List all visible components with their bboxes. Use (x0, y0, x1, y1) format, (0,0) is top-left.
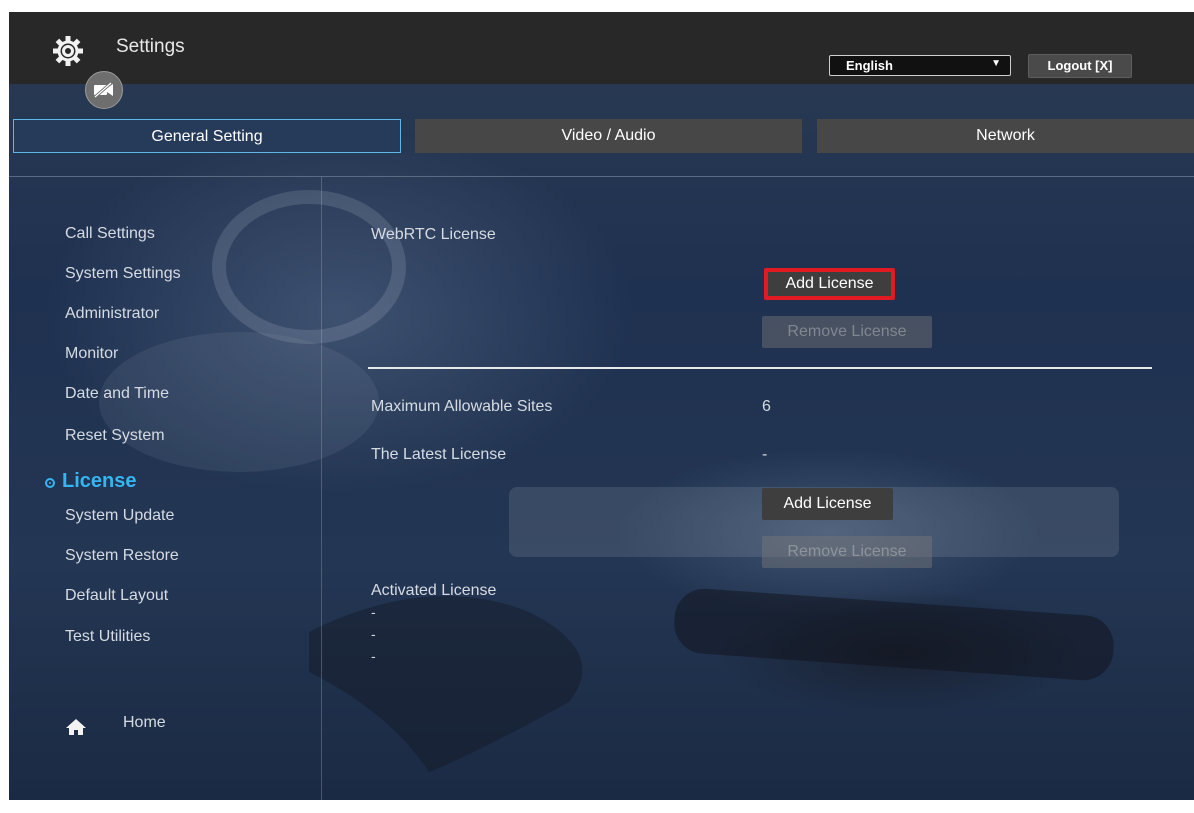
sidebar-item-system-update[interactable]: System Update (65, 507, 174, 525)
camera-off-icon[interactable] (85, 71, 123, 109)
gear-icon (53, 36, 83, 66)
home-icon (66, 719, 86, 735)
sidebar-item-call-settings[interactable]: Call Settings (65, 225, 155, 243)
sidebar-item-reset-system[interactable]: Reset System (65, 427, 165, 445)
sidebar-item-test-utilities[interactable]: Test Utilities (65, 628, 150, 646)
section-divider (368, 367, 1152, 369)
sidebar-item-date-and-time[interactable]: Date and Time (65, 385, 169, 403)
activated-license-label: Activated License (371, 582, 497, 599)
tabs-divider (9, 176, 1194, 177)
logout-button[interactable]: Logout [X] (1028, 54, 1132, 78)
latest-license-value: - (762, 446, 768, 463)
sidebar-divider (321, 177, 322, 800)
sidebar-item-license-label: License (62, 470, 137, 492)
max-sites-label: Maximum Allowable Sites (371, 398, 553, 415)
latest-license-label: The Latest License (371, 446, 507, 463)
settings-app: Settings English ▼ Logout [X] General Se… (9, 12, 1194, 800)
top-bar: Settings English ▼ Logout [X] (9, 12, 1194, 84)
max-sites-value: 6 (762, 398, 771, 415)
add-license-button[interactable]: Add License (764, 268, 895, 300)
webrtc-license-title: WebRTC License (371, 226, 496, 243)
active-indicator-icon (45, 478, 55, 488)
tab-network[interactable]: Network (817, 119, 1194, 153)
activated-license-item: - (371, 626, 376, 642)
tab-video-audio[interactable]: Video / Audio (415, 119, 802, 153)
language-select-value: English (846, 58, 893, 73)
page-title: Settings (116, 36, 185, 57)
chevron-down-icon: ▼ (991, 58, 1001, 69)
language-select[interactable]: English ▼ (829, 55, 1011, 76)
activated-license-item: - (371, 604, 376, 620)
tab-general-setting[interactable]: General Setting (13, 119, 401, 153)
remove-license-button-2: Remove License (762, 536, 932, 568)
sidebar-item-license[interactable]: License (45, 470, 136, 493)
activated-license-item: - (371, 648, 376, 664)
sidebar-item-monitor[interactable]: Monitor (65, 345, 118, 363)
add-license-button-2[interactable]: Add License (762, 488, 893, 520)
sidebar-item-system-settings[interactable]: System Settings (65, 265, 181, 283)
remove-license-button: Remove License (762, 316, 932, 348)
sidebar-item-default-layout[interactable]: Default Layout (65, 587, 168, 605)
sidebar-item-administrator[interactable]: Administrator (65, 305, 159, 323)
sidebar-item-system-restore[interactable]: System Restore (65, 547, 179, 565)
home-label: Home (123, 714, 166, 731)
